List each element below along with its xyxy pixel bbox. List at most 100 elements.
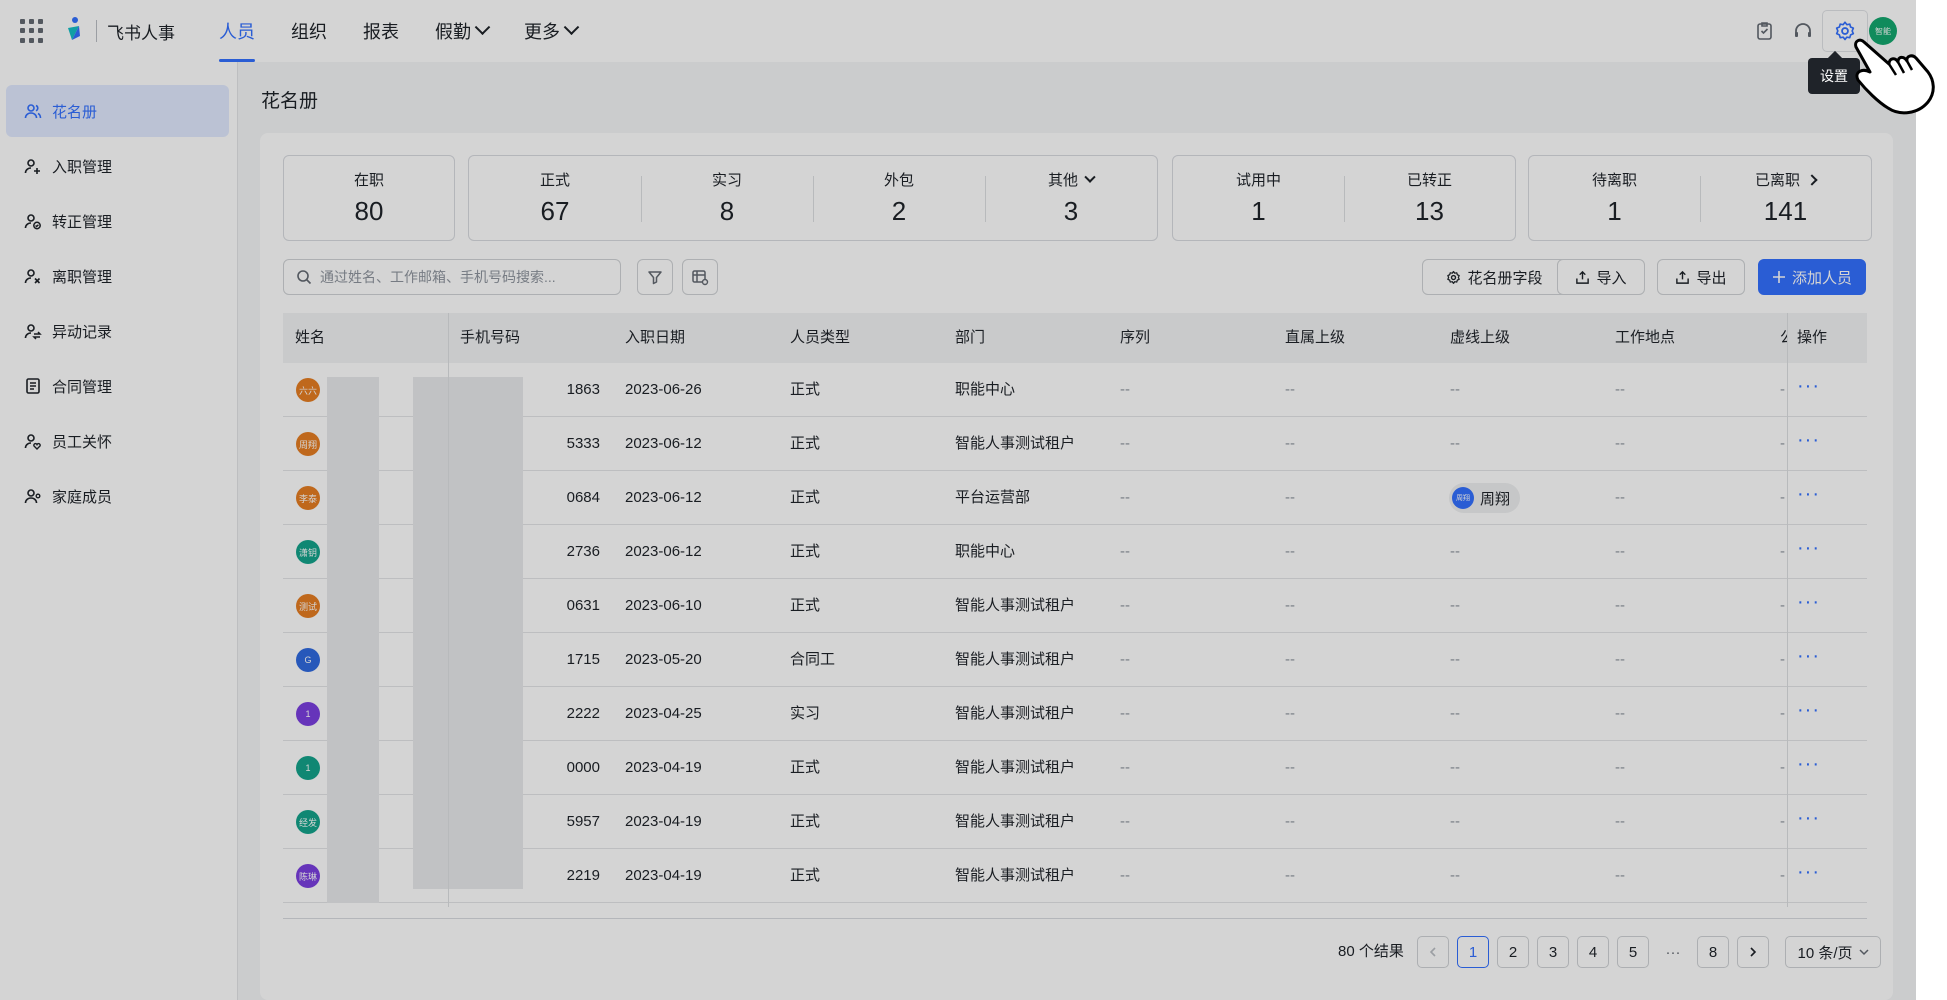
more-actions-icon[interactable]: ··· xyxy=(1797,741,1820,787)
hire-date-cell: 2023-06-10 xyxy=(625,597,702,614)
more-actions-icon[interactable]: ··· xyxy=(1797,471,1820,517)
sidebar-item-contracts[interactable]: 合同管理 xyxy=(6,360,229,412)
page-size-select[interactable]: 10 条/页 xyxy=(1785,936,1881,968)
stat-converted[interactable]: 已转正 13 xyxy=(1344,156,1515,240)
filter-button[interactable] xyxy=(637,259,673,295)
approval-icon[interactable] xyxy=(1751,17,1779,45)
column-header-location[interactable]: 工作地点 xyxy=(1615,313,1675,363)
column-header-sequence[interactable]: 序列 xyxy=(1120,313,1150,363)
sequence-cell: -- xyxy=(1120,381,1130,398)
stat-other[interactable]: 其他 3 xyxy=(985,156,1157,240)
app-launcher-icon[interactable] xyxy=(20,19,44,43)
sidebar-item-family[interactable]: 家庭成员 xyxy=(6,470,229,522)
stat-probation[interactable]: 试用中 1 xyxy=(1173,156,1344,240)
nav-tab-label: 更多 xyxy=(524,22,560,42)
more-actions-icon[interactable]: ··· xyxy=(1797,417,1820,463)
table-row[interactable]: 李泰李06842023-06-12正式平台运营部----周翔周翔---··· xyxy=(283,471,1867,525)
table-row[interactable]: 陈琳陈22192023-04-19正式智能人事测试租户---------··· xyxy=(283,849,1867,903)
stat-value: 80 xyxy=(354,196,384,226)
column-header-department[interactable]: 部门 xyxy=(955,313,985,363)
column-header-manager[interactable]: 直属上级 xyxy=(1285,313,1345,363)
table-row[interactable]: 六六周18632023-06-26正式职能中心---------··· xyxy=(283,363,1867,417)
table-row[interactable]: 1122222023-04-25实习智能人事测试租户---------··· xyxy=(283,687,1867,741)
employee-avatar: 六六 xyxy=(296,378,320,402)
stat-intern[interactable]: 实习 8 xyxy=(641,156,813,240)
sidebar-item-offboarding[interactable]: 离职管理 xyxy=(6,250,229,302)
stat-outsourced[interactable]: 外包 2 xyxy=(813,156,985,240)
column-header-dotted-manager[interactable]: 虚线上级 xyxy=(1450,313,1510,363)
stat-value: 2 xyxy=(891,196,907,226)
stat-label: 已离职 xyxy=(1754,172,1800,189)
more-actions-icon[interactable]: ··· xyxy=(1797,525,1820,571)
department-cell: 智能人事测试租户 xyxy=(955,759,1076,776)
next-page-button[interactable] xyxy=(1737,936,1769,968)
page-button-5[interactable]: 5 xyxy=(1617,936,1649,968)
sequence-cell: -- xyxy=(1120,867,1130,884)
redacted-block xyxy=(327,849,379,903)
more-actions-icon[interactable]: ··· xyxy=(1797,849,1820,895)
type-cell: 正式 xyxy=(790,867,821,884)
more-actions-icon[interactable]: ··· xyxy=(1797,633,1820,679)
more-actions-icon[interactable]: ··· xyxy=(1797,687,1820,733)
redacted-block xyxy=(413,687,523,741)
nav-tab-leave[interactable]: 假勤 xyxy=(435,0,491,62)
column-header-phone[interactable]: 手机号码 xyxy=(460,313,520,363)
redacted-block xyxy=(327,687,379,741)
people-icon xyxy=(24,104,42,119)
prev-page-button[interactable] xyxy=(1417,936,1449,968)
sidebar-item-onboarding[interactable]: 入职管理 xyxy=(6,140,229,192)
sidebar-item-employee-care[interactable]: 员工关怀 xyxy=(6,415,229,467)
page-button-1[interactable]: 1 xyxy=(1457,936,1489,968)
table-row[interactable]: 潇钥陈27362023-06-12正式职能中心---------··· xyxy=(283,525,1867,579)
support-headset-icon[interactable] xyxy=(1789,17,1817,45)
search-input[interactable] xyxy=(320,269,610,285)
sidebar-item-regularization[interactable]: 转正管理 xyxy=(6,195,229,247)
page-ellipsis[interactable]: ··· xyxy=(1657,936,1689,968)
page-button-2[interactable]: 2 xyxy=(1497,936,1529,968)
nav-tab-more[interactable]: 更多 xyxy=(524,0,580,62)
add-person-button[interactable]: 添加人员 xyxy=(1758,259,1866,295)
more-actions-icon[interactable]: ··· xyxy=(1797,363,1820,409)
column-header-type[interactable]: 人员类型 xyxy=(790,313,850,363)
department-cell: 智能人事测试租户 xyxy=(955,813,1076,830)
stat-left[interactable]: 已离职 141 xyxy=(1700,156,1871,240)
table-row[interactable]: 测试测06312023-06-10正式智能人事测试租户---------··· xyxy=(283,579,1867,633)
employee-avatar: 周翔 xyxy=(296,432,320,456)
page-button-8[interactable]: 8 xyxy=(1697,936,1729,968)
more-actions-icon[interactable]: ··· xyxy=(1797,579,1820,625)
stat-value: 3 xyxy=(1063,196,1079,226)
table-row[interactable]: Gg17152023-05-20合同工智能人事测试租户---------··· xyxy=(283,633,1867,687)
nav-tab-reports[interactable]: 报表 xyxy=(363,0,399,62)
nav-tab-org[interactable]: 组织 xyxy=(291,0,327,62)
more-actions-icon[interactable]: ··· xyxy=(1797,795,1820,841)
table-row[interactable]: 周翔周53332023-06-12正式智能人事测试租户---------··· xyxy=(283,417,1867,471)
column-header-hire-date[interactable]: 入职日期 xyxy=(625,313,685,363)
top-bar: 飞书人事 人员 组织 报表 假勤 更多 智能 xyxy=(0,0,1947,62)
import-button[interactable]: 导入 xyxy=(1557,259,1645,295)
sidebar-item-label: 员工关怀 xyxy=(52,433,113,451)
stat-in-service[interactable]: 在职 80 xyxy=(284,156,454,240)
stat-value: 141 xyxy=(1763,196,1808,226)
location-cell: -- xyxy=(1615,813,1625,830)
phone-cell: 5957 xyxy=(566,813,600,830)
dotted-manager-chip[interactable]: 周翔 周翔 xyxy=(1449,483,1521,513)
page-button-4[interactable]: 4 xyxy=(1577,936,1609,968)
manager-cell: -- xyxy=(1285,543,1295,560)
column-settings-button[interactable] xyxy=(682,259,718,295)
page-button-3[interactable]: 3 xyxy=(1537,936,1569,968)
roster-fields-button[interactable]: 花名册字段 xyxy=(1422,259,1567,295)
sidebar-item-label: 家庭成员 xyxy=(52,488,113,506)
sidebar-item-roster[interactable]: 花名册 xyxy=(6,85,229,137)
manager-cell: -- xyxy=(1285,867,1295,884)
export-button[interactable]: 导出 xyxy=(1657,259,1745,295)
column-header-name[interactable]: 姓名 xyxy=(295,313,325,363)
table-row[interactable]: 1100002023-04-19正式智能人事测试租户---------··· xyxy=(283,741,1867,795)
nav-tab-people[interactable]: 人员 xyxy=(219,0,255,62)
hire-date-cell: 2023-06-12 xyxy=(625,435,702,452)
sidebar-item-transfers[interactable]: 异动记录 xyxy=(6,305,229,357)
dotted-manager-cell: -- xyxy=(1450,543,1460,560)
sequence-cell: -- xyxy=(1120,813,1130,830)
stat-pending-leave[interactable]: 待离职 1 xyxy=(1529,156,1700,240)
table-row[interactable]: 经发知59572023-04-19正式智能人事测试租户---------··· xyxy=(283,795,1867,849)
stat-regular[interactable]: 正式 67 xyxy=(469,156,641,240)
